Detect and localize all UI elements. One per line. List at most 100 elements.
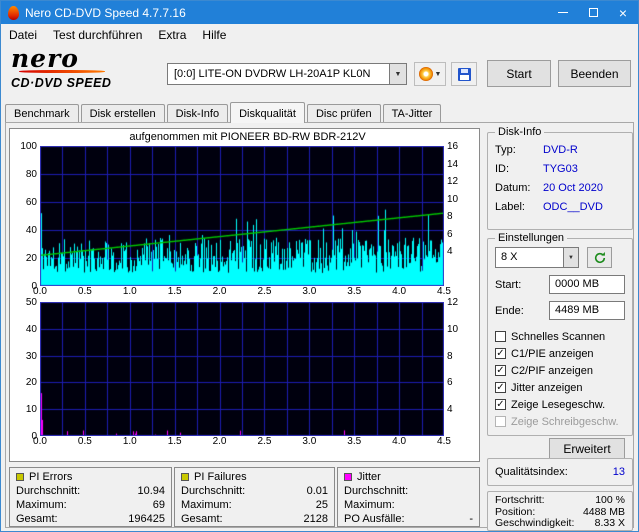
axis-tick-label: 1.0 [122, 286, 137, 297]
quit-button[interactable]: Beenden [558, 60, 631, 87]
axis-tick-label: 14 [447, 158, 459, 170]
checkbox-c2-pif-anzeigen[interactable]: C2/PIF anzeigen [495, 362, 625, 379]
pi-errors-left-axis: 100 80 60 40 20 0 [16, 141, 40, 292]
pi-failures-right-axis: 12 10 8 6 4 [444, 297, 462, 436]
axis-tick-label: 2.0 [212, 436, 227, 447]
pi-failures-stats-title: PI Failures [194, 471, 247, 483]
pi-failures-left-axis: 50 40 30 20 10 0 [16, 297, 40, 442]
stat-row: PO Ausfälle: - [344, 513, 473, 525]
refresh-button[interactable] [587, 247, 612, 268]
axis-tick-label: 60 [25, 197, 37, 208]
stat-row: Maximum: 25 [181, 499, 328, 511]
axis-tick-label: 1.5 [167, 436, 182, 447]
window-controls: × [548, 1, 638, 24]
disk-id-row: ID: TYG03 [495, 160, 625, 179]
start-label: Start: [495, 278, 522, 291]
advanced-button[interactable]: Erweitert [549, 438, 625, 459]
speed-row: 8 X ▼ [495, 247, 625, 268]
axis-tick-label: 100 [20, 141, 37, 152]
checkbox-box[interactable] [495, 365, 506, 376]
pi-failures-x-axis: 0.0 0.5 1.0 1.5 2.0 2.5 3.0 3.5 4.0 4.5 [33, 436, 451, 449]
checkbox-zeige-schreibgeschw: Zeige Schreibgeschw. [495, 413, 625, 430]
tab-ta-jitter[interactable]: TA-Jitter [382, 104, 442, 123]
checkbox-box[interactable] [495, 399, 506, 410]
axis-tick-label: 30 [25, 350, 37, 362]
axis-tick-label: 4.0 [392, 436, 407, 447]
pi-failures-stats-panel: PI Failures Durchschnitt: 0.01 Maximum: 25… [174, 467, 335, 527]
checkbox-c1-pie-anzeigen[interactable]: C1/PIE anzeigen [495, 345, 625, 362]
end-input[interactable]: 4489 MB [549, 301, 625, 320]
tab-disc-pruefen[interactable]: Disc prüfen [306, 104, 381, 123]
jitter-legend-swatch [344, 473, 352, 481]
close-icon: × [618, 4, 628, 21]
settings-checkbox-list: Schnelles Scannen C1/PIE anzeigen C2/PIF… [495, 328, 625, 430]
disk-type-row: Typ: DVD-R [495, 141, 625, 160]
burn-disc-button[interactable]: ▼ [414, 62, 446, 86]
tab-benchmark[interactable]: Benchmark [5, 104, 79, 123]
speed-select[interactable]: 8 X ▼ [495, 247, 579, 268]
settings-title: Einstellungen [495, 232, 568, 244]
speed-row-bottom: Geschwindigkeit: 8.33 X [495, 517, 625, 529]
jitter-stats-panel: Jitter Durchschnitt: Maximum: PO Ausfäll… [337, 467, 480, 527]
chevron-down-icon[interactable]: ▼ [389, 64, 406, 84]
save-button[interactable] [451, 62, 477, 86]
disk-label-value: ODC__DVD [543, 201, 603, 213]
checkbox-jitter-anzeigen[interactable]: Jitter anzeigen [495, 379, 625, 396]
axis-tick-label: 20 [25, 377, 37, 389]
menu-bar: Datei Test durchführen Extra Hilfe [1, 24, 638, 45]
axis-tick-label: 6 [447, 377, 453, 389]
axis-tick-label: 50 [25, 297, 37, 308]
drive-selector[interactable]: [0:0] LITE-ON DVDRW LH-20A1P KL0N ▼ [167, 63, 407, 85]
pi-errors-legend-swatch [16, 473, 24, 481]
disk-info-title: Disk-Info [495, 126, 545, 138]
axis-tick-label: 0.0 [33, 286, 47, 297]
stat-row: Durchschnitt: [344, 485, 409, 497]
maximize-button[interactable] [578, 1, 608, 24]
burn-disc-icon [418, 67, 433, 81]
start-field-row: Start: 0000 MB [495, 275, 625, 294]
menu-datei[interactable]: Datei [1, 26, 45, 44]
axis-tick-label: 12 [447, 297, 459, 308]
pi-errors-plot-row: 100 80 60 40 20 0 16 14 12 10 8 6 4 [16, 141, 479, 292]
nero-app-icon [8, 5, 19, 20]
menu-extra[interactable]: Extra [150, 26, 194, 44]
checkbox-box[interactable] [495, 348, 506, 359]
tab-disk-info[interactable]: Disk-Info [166, 104, 229, 123]
axis-tick-label: 4.0 [392, 286, 407, 297]
tab-disk-erstellen[interactable]: Disk erstellen [80, 104, 165, 123]
axis-tick-label: 20 [25, 253, 37, 264]
checkbox-box [495, 416, 506, 427]
chevron-down-icon: ▼ [434, 70, 442, 78]
checkbox-box[interactable] [495, 382, 506, 393]
tab-diskqualitaet[interactable]: Diskqualität [230, 102, 305, 123]
pi-errors-stats-panel: PI Errors Durchschnitt: 10.94 Maximum: 69 … [9, 467, 172, 527]
axis-tick-label: 4.5 [437, 286, 451, 297]
close-button[interactable]: × [608, 1, 638, 24]
disk-type-value: DVD-R [543, 144, 578, 156]
progress-row: Fortschritt: 100 % [495, 494, 625, 506]
axis-tick-label: 3.0 [302, 436, 317, 447]
axis-tick-label: 0.5 [77, 436, 92, 447]
app-window: Nero CD-DVD Speed 4.7.7.16 × Datei Test … [0, 0, 639, 532]
stat-row: Durchschnitt: 10.94 [16, 485, 165, 497]
refresh-icon [594, 251, 605, 263]
start-button[interactable]: Start [487, 60, 551, 87]
maximize-icon [588, 8, 598, 17]
axis-tick-label: 4.5 [437, 436, 451, 447]
disk-label-row: Label: ODC__DVD [495, 198, 625, 217]
chevron-down-icon[interactable]: ▼ [563, 248, 578, 267]
axis-tick-label: 2.5 [257, 286, 272, 297]
menu-test-durchfuehren[interactable]: Test durchführen [45, 26, 150, 44]
pi-errors-x-axis: 0.0 0.5 1.0 1.5 2.0 2.5 3.0 3.5 4.0 4.5 [33, 286, 451, 299]
menu-hilfe[interactable]: Hilfe [194, 26, 234, 44]
minimize-icon [558, 12, 568, 13]
pi-failures-plot-row: 50 40 30 20 10 0 12 10 8 6 4 [16, 297, 479, 442]
minimize-button[interactable] [548, 1, 578, 24]
checkbox-box[interactable] [495, 331, 506, 342]
start-input[interactable]: 0000 MB [549, 275, 625, 294]
nero-logo-product: CD·DVD SPEED [11, 76, 112, 90]
checkbox-zeige-lesegeschw[interactable]: Zeige Lesegeschw. [495, 396, 625, 413]
checkbox-schnelles-scannen[interactable]: Schnelles Scannen [495, 328, 625, 345]
stat-row: Gesamt: 2128 [181, 513, 328, 525]
axis-tick-label: 2.5 [257, 436, 272, 447]
